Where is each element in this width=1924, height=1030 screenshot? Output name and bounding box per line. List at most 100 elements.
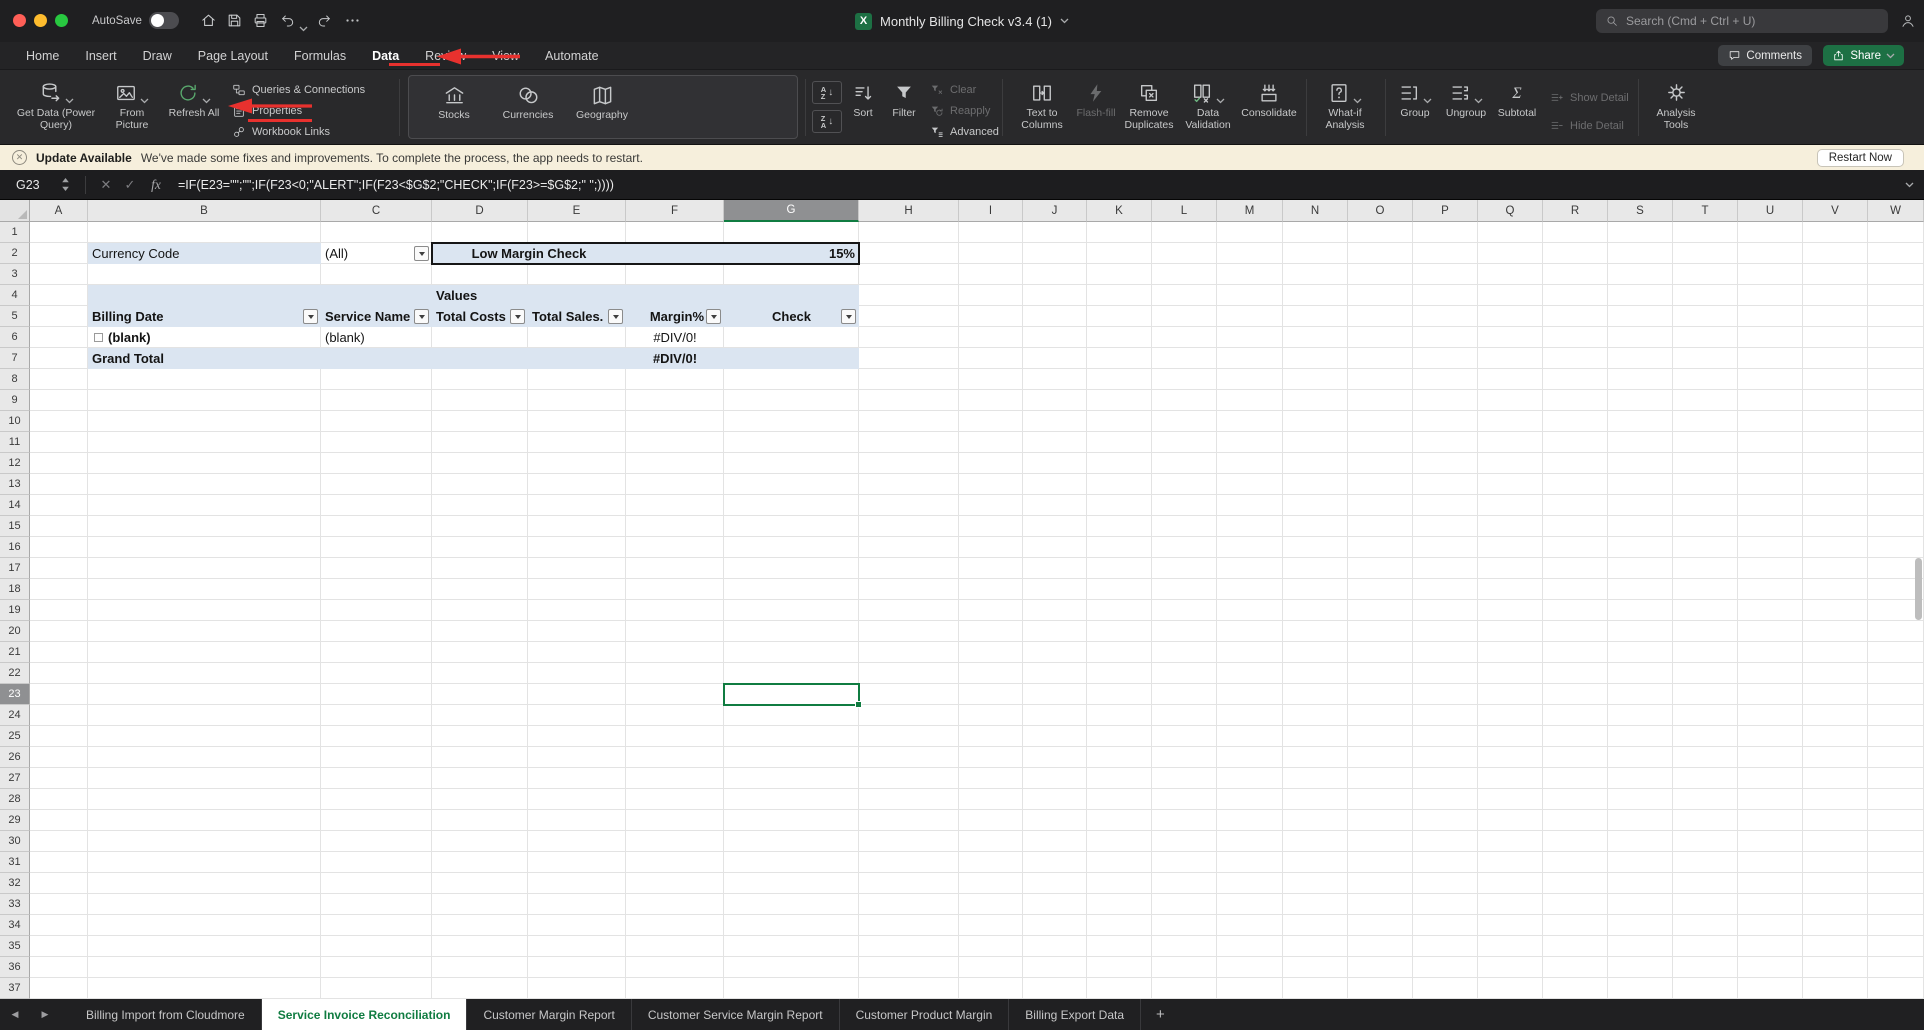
cell-B6[interactable]: (blank) [88, 327, 321, 348]
cell-D4[interactable]: Values [432, 285, 528, 306]
row-header-18[interactable]: 18 [0, 579, 30, 600]
cell-F7[interactable]: #DIV/0! [626, 348, 724, 369]
ribbon-tab-page-layout[interactable]: Page Layout [185, 42, 281, 69]
ribbon-tab-draw[interactable]: Draw [130, 42, 185, 69]
home-button[interactable] [200, 12, 217, 34]
ribbon-tab-automate[interactable]: Automate [532, 42, 612, 69]
print-button[interactable] [252, 12, 269, 34]
filter-dropdown-E5[interactable] [608, 309, 623, 324]
row-header-35[interactable]: 35 [0, 936, 30, 957]
row-header-17[interactable]: 17 [0, 558, 30, 579]
column-header-V[interactable]: V [1803, 200, 1868, 222]
row-header-11[interactable]: 11 [0, 432, 30, 453]
row-header-12[interactable]: 12 [0, 453, 30, 474]
column-header-G[interactable]: G [724, 200, 859, 222]
row-header-4[interactable]: 4 [0, 285, 30, 306]
row-header-5[interactable]: 5 [0, 306, 30, 327]
row-header-9[interactable]: 9 [0, 390, 30, 411]
row-header-29[interactable]: 29 [0, 810, 30, 831]
sheet-tab-billing-export-data[interactable]: Billing Export Data [1009, 999, 1141, 1030]
cell-G5[interactable]: Check [724, 306, 859, 327]
filter-dropdown-B5[interactable] [303, 309, 318, 324]
row-header-32[interactable]: 32 [0, 873, 30, 894]
row-header-15[interactable]: 15 [0, 516, 30, 537]
column-header-K[interactable]: K [1087, 200, 1152, 222]
row-header-3[interactable]: 3 [0, 264, 30, 285]
insert-function-button[interactable]: fx [142, 177, 170, 193]
workbook-links-button[interactable]: Workbook Links [232, 124, 330, 140]
search-input[interactable]: Search (Cmd + Ctrl + U) [1596, 9, 1888, 33]
ribbon-tab-data[interactable]: Data [359, 42, 412, 69]
formula-input[interactable]: =IF(E23="";"";IF(F23<0;"ALERT";IF(F23<$G… [178, 178, 614, 192]
sheet-tab-customer-service-margin-report[interactable]: Customer Service Margin Report [632, 999, 840, 1030]
add-sheet-button[interactable]: + [1141, 999, 1180, 1030]
column-header-P[interactable]: P [1413, 200, 1478, 222]
row-header-6[interactable]: 6 [0, 327, 30, 348]
cell-C6[interactable]: (blank) [321, 327, 432, 348]
column-header-J[interactable]: J [1023, 200, 1087, 222]
column-header-O[interactable]: O [1348, 200, 1413, 222]
sheet-tab-billing-import-from-cloudmore[interactable]: Billing Import from Cloudmore [70, 999, 262, 1030]
column-header-H[interactable]: H [859, 200, 959, 222]
column-header-R[interactable]: R [1543, 200, 1608, 222]
column-header-S[interactable]: S [1608, 200, 1673, 222]
ribbon-tab-insert[interactable]: Insert [72, 42, 129, 69]
filter-dropdown-D5[interactable] [510, 309, 525, 324]
undo-menu-button[interactable] [299, 19, 308, 37]
row-header-10[interactable]: 10 [0, 411, 30, 432]
flash-fill-button[interactable]: Flash-fill [1070, 74, 1122, 119]
sheet-nav-left-button[interactable]: ◀ [0, 999, 30, 1030]
dismiss-notification-button[interactable]: ✕ [12, 150, 27, 165]
row-header-14[interactable]: 14 [0, 495, 30, 516]
filter-dropdown-C2[interactable] [414, 246, 429, 261]
selected-cell-G23[interactable] [723, 683, 860, 706]
row-header-19[interactable]: 19 [0, 600, 30, 621]
column-header-N[interactable]: N [1283, 200, 1348, 222]
filter-dropdown-F5[interactable] [706, 309, 721, 324]
save-button[interactable] [226, 12, 243, 34]
cell-B7[interactable]: Grand Total [88, 348, 321, 369]
properties-button[interactable]: Properties [232, 103, 302, 119]
show-detail-button[interactable]: Show Detail [1550, 90, 1629, 106]
column-header-E[interactable]: E [528, 200, 626, 222]
ribbon-tab-view[interactable]: View [479, 42, 532, 69]
confirm-entry-button[interactable]: ✓ [118, 177, 142, 193]
currencies-button[interactable]: Currencies [491, 79, 565, 137]
share-button[interactable]: Share [1823, 45, 1904, 66]
row-header-21[interactable]: 21 [0, 642, 30, 663]
from-picture-button[interactable]: From Picture [104, 74, 160, 131]
pivot-expand-button[interactable] [94, 333, 103, 342]
consolidate-button[interactable]: Consolidate [1238, 74, 1300, 119]
close-window-button[interactable] [13, 14, 26, 27]
reapply-filter-button[interactable]: Reapply [930, 103, 990, 119]
row-header-33[interactable]: 33 [0, 894, 30, 915]
account-button[interactable] [1900, 13, 1916, 34]
sheet-tab-customer-product-margin[interactable]: Customer Product Margin [840, 999, 1010, 1030]
get-data-button[interactable]: Get Data (Power Query) [10, 74, 102, 131]
refresh-all-button[interactable]: Refresh All [163, 74, 225, 119]
sort-ascending-button[interactable]: AZ↓ [812, 81, 842, 104]
row-header-36[interactable]: 36 [0, 957, 30, 978]
what-if-analysis-button[interactable]: What-if Analysis [1312, 74, 1378, 131]
vertical-scrollbar[interactable] [1915, 558, 1922, 620]
row-header-20[interactable]: 20 [0, 621, 30, 642]
name-box[interactable]: G23 [0, 178, 62, 192]
row-header-2[interactable]: 2 [0, 243, 30, 264]
sheet-nav-right-button[interactable]: ▶ [30, 999, 60, 1030]
column-header-L[interactable]: L [1152, 200, 1217, 222]
ungroup-button[interactable]: Ungroup [1440, 74, 1492, 119]
ribbon-tab-review[interactable]: Review [412, 42, 479, 69]
spreadsheet-grid[interactable]: Currency Code(All)Low Margin Check15%Val… [0, 200, 1924, 999]
cell-B5[interactable]: Billing Date [88, 306, 321, 327]
column-header-C[interactable]: C [321, 200, 432, 222]
name-box-spinner-icon[interactable] [62, 178, 69, 191]
column-header-T[interactable]: T [1673, 200, 1738, 222]
advanced-filter-button[interactable]: Advanced [930, 124, 999, 140]
row-header-27[interactable]: 27 [0, 768, 30, 789]
hide-detail-button[interactable]: Hide Detail [1550, 118, 1624, 134]
text-to-columns-button[interactable]: Text to Columns [1008, 74, 1076, 131]
column-header-U[interactable]: U [1738, 200, 1803, 222]
ribbon-tab-home[interactable]: Home [13, 42, 72, 69]
expand-formula-bar-icon[interactable] [1905, 182, 1914, 188]
cell-B2[interactable]: Currency Code [88, 243, 321, 264]
